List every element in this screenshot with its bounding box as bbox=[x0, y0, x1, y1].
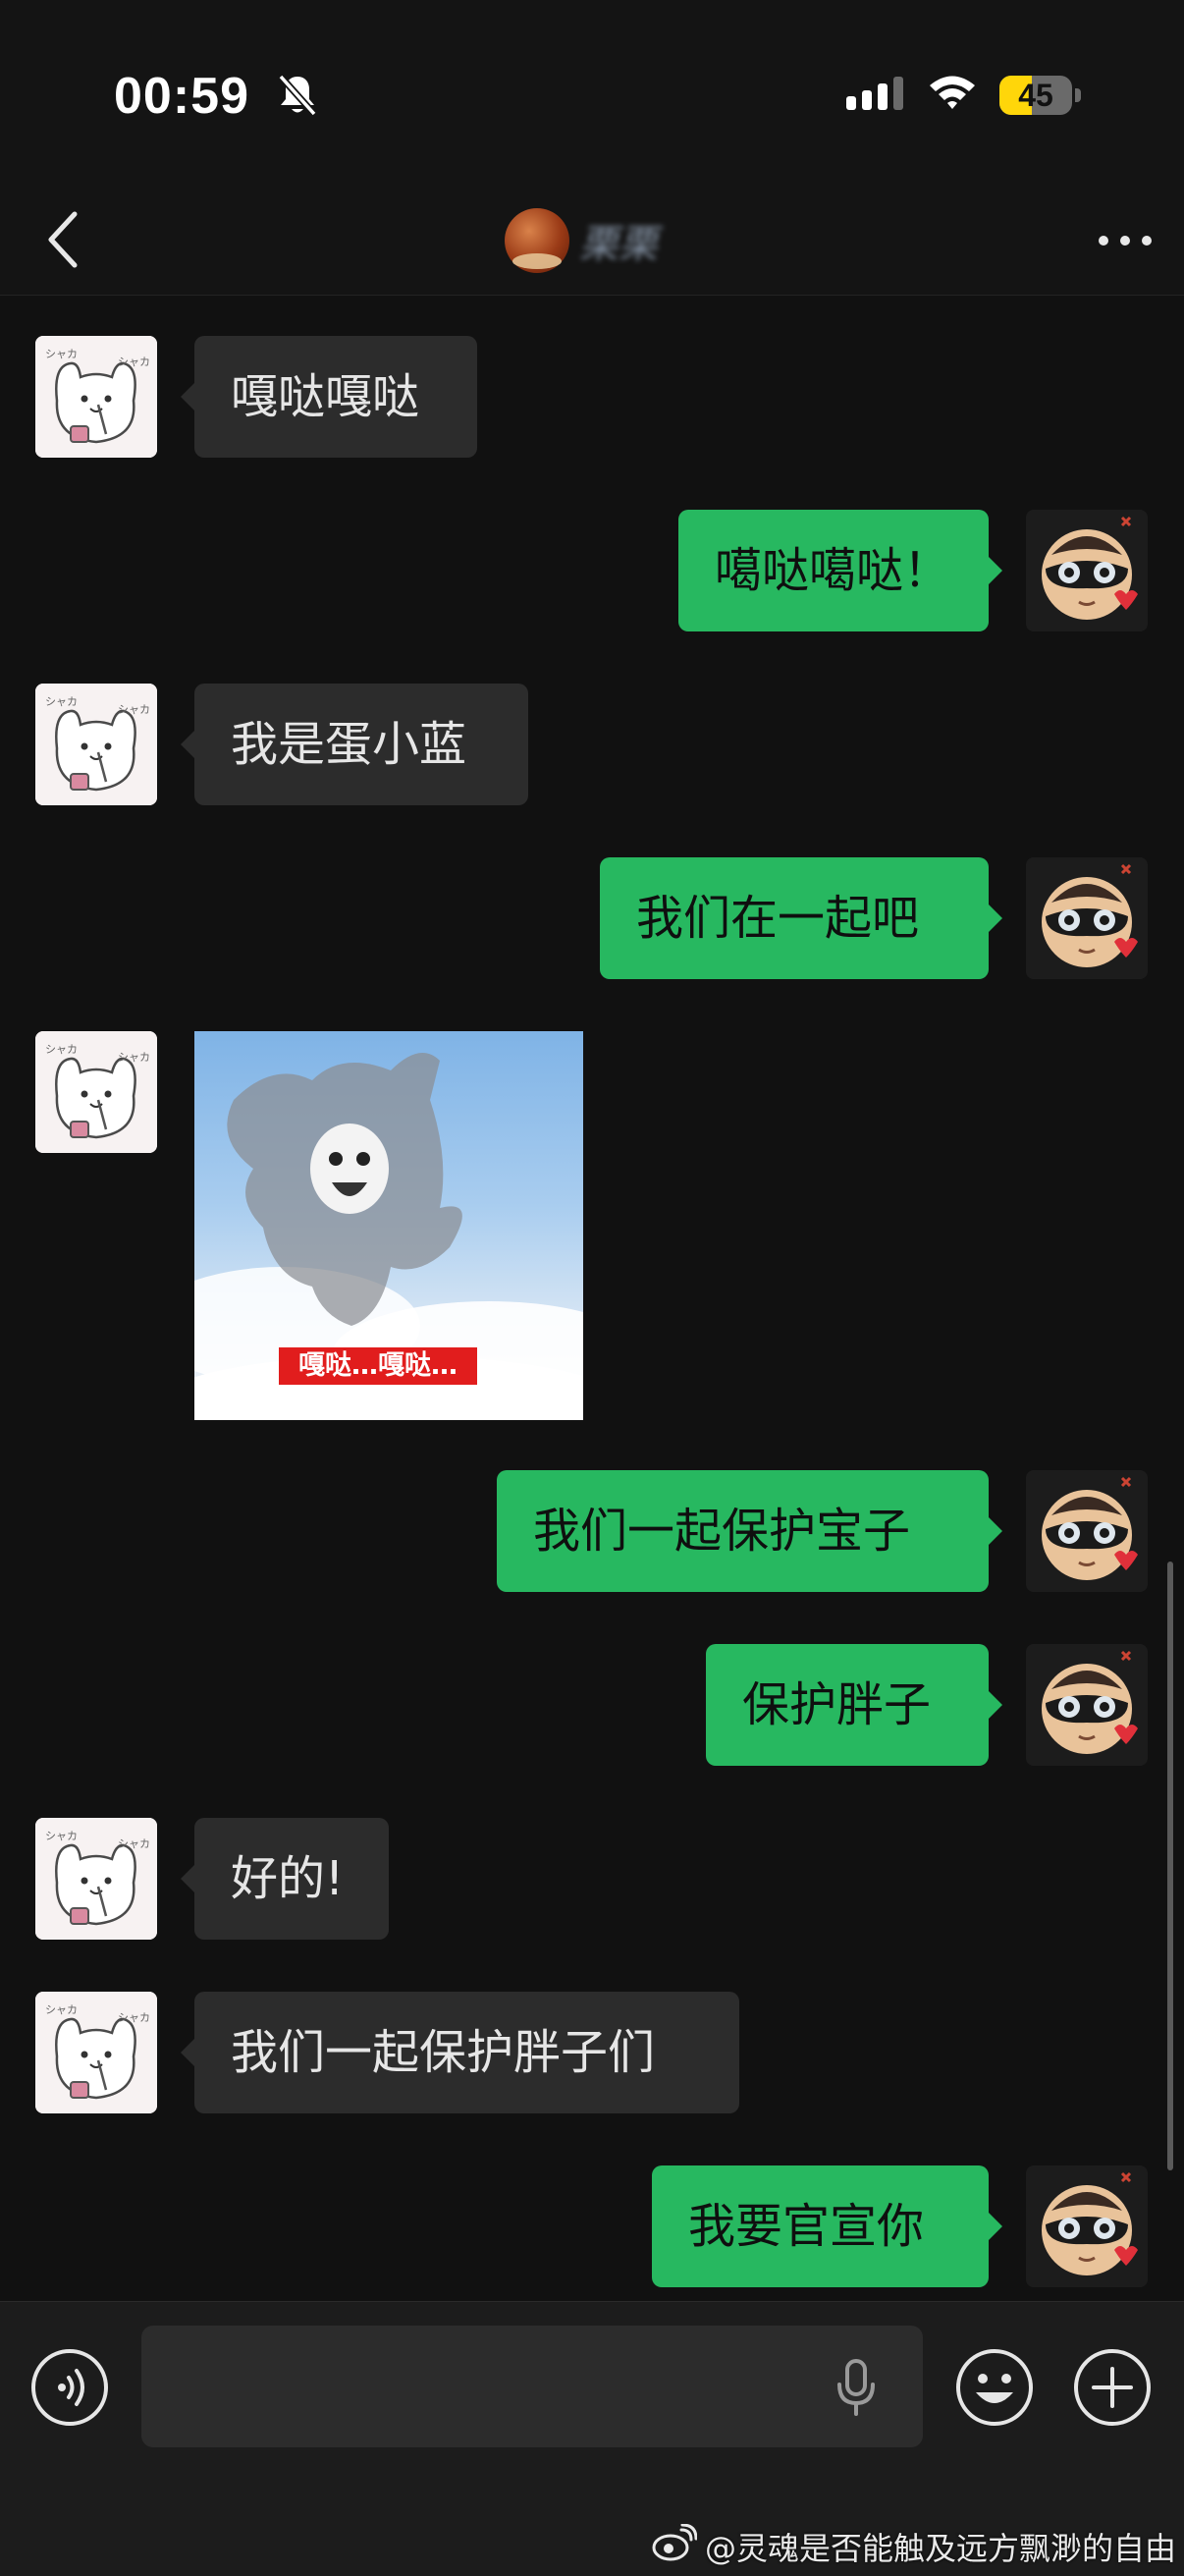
svg-text:シャカ: シャカ bbox=[118, 356, 150, 368]
svg-text:シャカ: シャカ bbox=[118, 703, 150, 716]
weibo-icon bbox=[652, 2523, 698, 2569]
outgoing-message-bubble[interactable]: 噶哒噶哒！ bbox=[678, 510, 1002, 631]
scrollbar[interactable] bbox=[1167, 1562, 1173, 2170]
contact-avatar-bunny[interactable]: シャカ シャカ bbox=[35, 1031, 157, 1153]
status-bar: 00:59 45 bbox=[0, 0, 1184, 187]
svg-text:シャカ: シャカ bbox=[45, 348, 78, 360]
svg-text:シャカ: シャカ bbox=[45, 1830, 78, 1842]
status-time: 00:59 bbox=[114, 68, 249, 125]
incoming-message-bubble[interactable]: 我们一起保护胖子们 bbox=[181, 1992, 739, 2113]
message-input[interactable] bbox=[141, 2326, 923, 2447]
chevron-left-icon[interactable] bbox=[39, 204, 86, 279]
contact-avatar-bunny[interactable]: シャカ シャカ bbox=[35, 1992, 157, 2113]
my-avatar-robot[interactable] bbox=[1026, 1644, 1148, 1766]
contact-avatar-bunny[interactable]: シャカ シャカ bbox=[35, 684, 157, 805]
watermark: @灵魂是否能触及远方飘渺的自由 bbox=[652, 2523, 1176, 2569]
outgoing-message-bubble[interactable]: 我要官宣你 bbox=[652, 2165, 1002, 2287]
contact-avatar-bunny[interactable]: シャカ シャカ bbox=[35, 336, 157, 458]
svg-text:シャカ: シャカ bbox=[45, 695, 78, 708]
incoming-message-bubble[interactable]: 嘎哒嘎哒 bbox=[181, 336, 477, 458]
more-dots-icon[interactable] bbox=[1096, 216, 1155, 269]
outgoing-message-bubble[interactable]: 我们在一起吧 bbox=[600, 857, 1002, 979]
my-avatar-robot[interactable] bbox=[1026, 1470, 1148, 1592]
chat-header: 栗栗 bbox=[0, 187, 1184, 296]
my-avatar-robot[interactable] bbox=[1026, 510, 1148, 631]
contact-name: 栗栗 bbox=[579, 222, 658, 267]
svg-text:シャカ: シャカ bbox=[45, 1043, 78, 1056]
watermark-text: @灵魂是否能触及远方飘渺的自由 bbox=[704, 2530, 1176, 2567]
outgoing-message-bubble[interactable]: 保护胖子 bbox=[706, 1644, 1002, 1766]
wifi-icon bbox=[927, 73, 978, 116]
message-list[interactable]: シャカ シャカ 嘎哒嘎哒 噶哒噶哒！ シャカ シャカ 我是蛋小蓝 我们在一起吧 シャカ シャカ 嘎哒… bbox=[0, 296, 1184, 2301]
contact-avatar-bunny[interactable]: シャカ シャカ bbox=[35, 1818, 157, 1940]
my-avatar-robot[interactable] bbox=[1026, 2165, 1148, 2287]
sticker-caption: 嘎哒…嘎哒… bbox=[279, 1347, 477, 1385]
battery-cap bbox=[1075, 88, 1081, 102]
battery-level: 45 bbox=[1018, 78, 1053, 113]
voice-icon[interactable] bbox=[29, 2347, 110, 2432]
chat-title: 栗栗 bbox=[505, 208, 658, 273]
incoming-message-bubble[interactable]: 好的! bbox=[181, 1818, 389, 1940]
contact-avatar bbox=[505, 208, 569, 273]
svg-text:シャカ: シャカ bbox=[118, 1051, 150, 1064]
incoming-message-bubble[interactable]: 我是蛋小蓝 bbox=[181, 684, 528, 805]
svg-text:シャカ: シャカ bbox=[118, 1837, 150, 1850]
sticker-message[interactable]: 嘎哒…嘎哒… bbox=[194, 1031, 583, 1420]
outgoing-message-bubble[interactable]: 我们一起保护宝子 bbox=[497, 1470, 1002, 1592]
emoji-icon[interactable] bbox=[954, 2347, 1035, 2432]
battery-icon: 45 bbox=[999, 76, 1072, 115]
signal-icon bbox=[846, 77, 907, 116]
my-avatar-robot[interactable] bbox=[1026, 857, 1148, 979]
mic-icon[interactable] bbox=[834, 2359, 878, 2422]
svg-text:シャカ: シャカ bbox=[118, 2011, 150, 2024]
bell-off-icon bbox=[277, 73, 318, 122]
svg-text:シャカ: シャカ bbox=[45, 2003, 78, 2016]
plus-icon[interactable] bbox=[1072, 2347, 1153, 2432]
